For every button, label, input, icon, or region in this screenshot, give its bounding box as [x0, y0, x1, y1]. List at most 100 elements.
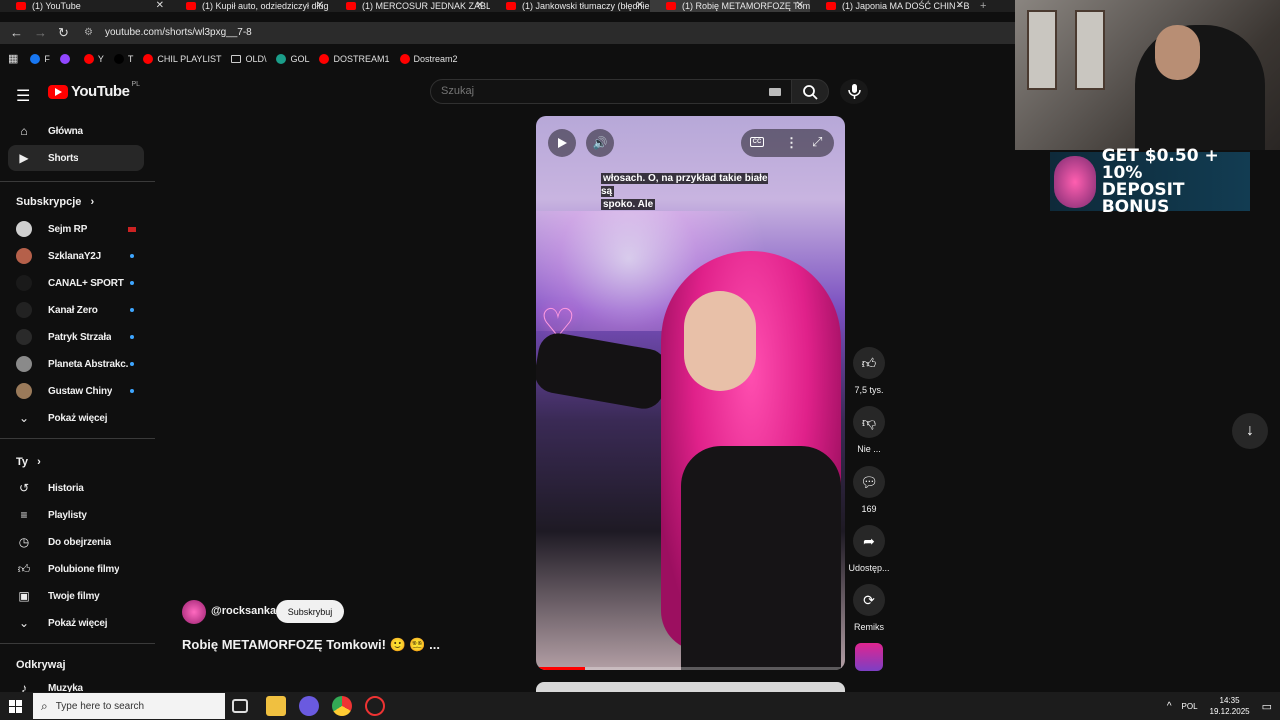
remix-action[interactable]: ⟳ Remiks [848, 584, 890, 632]
close-tab-icon[interactable]: ✕ [316, 0, 324, 11]
close-tab-icon[interactable]: ✕ [156, 0, 164, 11]
channel-avatar[interactable] [182, 600, 206, 624]
close-tab-icon[interactable]: ✕ [476, 0, 484, 11]
subscription-item[interactable]: CANAL+ SPORT [8, 270, 144, 296]
browser-tab[interactable]: (1) MERCOSUR JEDNAK ZABLO ✕ [330, 0, 490, 12]
youtube-logo[interactable]: YouTube PL [48, 81, 140, 100]
video-progress-bar[interactable] [536, 667, 845, 670]
subscription-item[interactable]: Gustaw Chiny [8, 378, 144, 404]
browser-tab[interactable]: (1) Japonia MA DOŚĆ CHIN - B ✕ [810, 0, 970, 12]
reload-icon[interactable]: ↻ [58, 25, 69, 41]
share-action[interactable]: ➦ Udostęp... [848, 525, 890, 573]
volume-button[interactable]: 🔊 [586, 129, 614, 157]
apps-grid-icon[interactable]: ▦ [8, 52, 18, 65]
you-header[interactable]: Ty › [16, 456, 41, 468]
subscription-item[interactable]: Sejm RP [8, 216, 144, 242]
sidebar-item-your-videos[interactable]: ▣ Twoje filmy [8, 583, 144, 609]
clock[interactable]: 14:35 19.12.2025 [1210, 695, 1250, 717]
bookmark-item[interactable] [59, 53, 74, 64]
sidebar-item-history[interactable]: ↺ Historia [8, 475, 144, 501]
voice-search-button[interactable] [840, 79, 868, 104]
shorts-video-player[interactable]: ♡ 🔊 CC ⋮ ⤢ włosach. O, na przykład takie… [536, 116, 845, 670]
more-options-icon[interactable]: ⋮ [785, 135, 798, 151]
bookmark-label: T [127, 53, 134, 64]
close-tab-icon[interactable]: ✕ [956, 0, 964, 11]
close-tab-icon[interactable]: ✕ [796, 0, 804, 11]
dislike-button[interactable]: 👎︎ [853, 406, 885, 438]
subscription-item[interactable]: Planeta Abstrakc... [8, 351, 144, 377]
channel-name[interactable]: @rocksanka [211, 605, 276, 617]
sidebar-item-liked[interactable]: 👍︎ Polubione filmy [8, 556, 144, 582]
bookmark-item[interactable]: CHIL PLAYLIST [143, 53, 222, 64]
like-button[interactable]: 👍︎ [853, 347, 885, 379]
captions-icon[interactable]: CC [750, 137, 764, 147]
show-more-you[interactable]: ⌄ Pokaż więcej [8, 610, 144, 636]
chrome-icon[interactable] [332, 696, 352, 716]
tray-chevron-icon[interactable]: ^ [1167, 701, 1172, 712]
sidebar-item-home[interactable]: ⌂ Główna [8, 118, 144, 144]
sidebar-item-shorts[interactable]: ▶ Shorts [8, 145, 144, 171]
share-button[interactable]: ➦ [853, 525, 885, 557]
task-view-icon[interactable] [232, 699, 248, 713]
streamer-head [1155, 25, 1200, 80]
bookmark-label: CHIL PLAYLIST [157, 53, 222, 64]
search-box[interactable] [430, 79, 792, 104]
obs-icon[interactable] [365, 696, 385, 716]
sidebar-item-label: Do obejrzenia [48, 536, 111, 548]
youtube-favicon-icon [346, 2, 356, 10]
menu-icon[interactable]: ☰ [16, 86, 30, 106]
bookmark-item[interactable]: Y [83, 53, 104, 64]
bookmark-item[interactable]: Dostream2 [399, 53, 458, 64]
subscriptions-header[interactable]: Subskrypcje › [16, 196, 94, 208]
bookmark-item[interactable]: GOL [276, 53, 310, 64]
subscription-item[interactable]: Patryk Strzała [8, 324, 144, 350]
forward-icon[interactable]: → [34, 25, 47, 40]
close-tab-icon[interactable]: ✕ [636, 0, 644, 11]
notifications-icon[interactable]: ▭ [1262, 700, 1272, 713]
subscription-item[interactable]: SzklanaY2J [8, 243, 144, 269]
next-video-button[interactable]: ↓ [1232, 413, 1268, 449]
tab-title: (1) YouTube [32, 1, 81, 11]
search-input[interactable] [441, 85, 741, 97]
sidebar-item-watch-later[interactable]: ◷ Do obejrzenia [8, 529, 144, 555]
your-videos-icon: ▣ [18, 589, 30, 603]
browser-tab[interactable]: (1) Jankowski tłumaczy (błędnie ✕ [490, 0, 650, 12]
sidebar-divider [0, 643, 155, 644]
caption-line-2: spoko. Ale [601, 199, 656, 210]
dislike-action[interactable]: 👎︎ Nie ... [848, 406, 890, 454]
back-icon[interactable]: ← [10, 25, 23, 40]
browser-tab[interactable]: (1) Kupił auto, odziedziczył dług ✕ [170, 0, 330, 12]
language-indicator[interactable]: POL [1182, 702, 1198, 711]
play-button[interactable] [548, 129, 576, 157]
fullscreen-icon[interactable]: ⤢ [812, 134, 822, 150]
new-tab-icon[interactable]: + [980, 0, 986, 12]
browser-tab[interactable]: (1) YouTube ✕ [0, 0, 170, 12]
subscribe-button[interactable]: Subskrybuj [276, 600, 344, 623]
app-icon[interactable] [299, 696, 319, 716]
bookmark-item[interactable]: OLD\ [231, 54, 266, 64]
keyboard-icon[interactable] [769, 88, 781, 96]
bookmark-item[interactable]: T [113, 53, 134, 64]
file-explorer-icon[interactable] [266, 696, 286, 716]
bookmark-item[interactable]: F [30, 53, 50, 64]
windows-start-icon[interactable] [0, 692, 32, 720]
liked-icon: 👍︎ [17, 561, 31, 576]
taskbar-search[interactable]: ⌕ Type here to search [33, 693, 225, 719]
bookmark-item[interactable]: DOSTREAM1 [319, 53, 390, 64]
like-action[interactable]: 👍︎ 7,5 tys. [848, 347, 890, 395]
bookmark-label: GOL [290, 53, 310, 64]
sidebar-item-label: Patryk Strzała [48, 331, 112, 343]
search-button[interactable] [791, 79, 829, 104]
comments-button[interactable]: 💬︎ [853, 466, 885, 498]
comments-action[interactable]: 💬︎ 169 [848, 466, 890, 514]
url-field[interactable]: youtube.com/shorts/wl3pxg__7-8 [105, 27, 252, 38]
sound-thumbnail[interactable] [855, 643, 883, 671]
arrow-down-icon: ↓ [1246, 422, 1254, 439]
browser-tab[interactable]: (1) Robię METAMORFOZĘ Tomk ✕ [650, 0, 810, 12]
site-info-icon[interactable]: ⚙ [84, 27, 93, 38]
subscription-item[interactable]: Kanał Zero [8, 297, 144, 323]
remix-button[interactable]: ⟳ [853, 584, 885, 616]
explore-header[interactable]: Odkrywaj [16, 659, 66, 671]
show-more-subscriptions[interactable]: ⌄ Pokaż więcej [8, 405, 144, 431]
sidebar-item-playlist[interactable]: ≡ Playlisty [8, 502, 144, 528]
